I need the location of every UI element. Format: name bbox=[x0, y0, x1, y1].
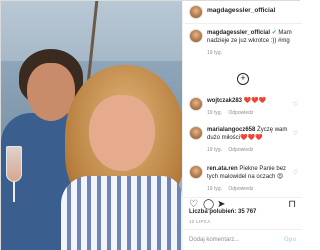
post-date[interactable]: 12 LIPCA bbox=[189, 219, 211, 224]
comment-username[interactable]: ren.ata.ren bbox=[207, 166, 238, 172]
comment-username[interactable]: marialangocz658 bbox=[207, 127, 255, 133]
post-side-panel: magdagessler_official magdagessler_offic… bbox=[182, 1, 302, 250]
avatar[interactable] bbox=[189, 5, 203, 19]
avatar[interactable] bbox=[189, 126, 203, 140]
photo-wine-glass bbox=[6, 146, 22, 182]
likes-number: 35 767 bbox=[238, 209, 257, 215]
photo-wine-glass-stem bbox=[13, 182, 15, 202]
comment-body: ren.ata.ren Piekne Panie bez tych malowi… bbox=[207, 165, 293, 193]
header-username[interactable]: magdagessler_official bbox=[207, 7, 275, 14]
comment-text: ❤️❤️❤️ bbox=[243, 98, 267, 104]
load-more-comments-button[interactable]: + bbox=[237, 73, 249, 85]
instagram-post: magdagessler_official magdagessler_offic… bbox=[0, 0, 302, 250]
comment-body: magdagessler_official ✔ Mam nadzieje ze … bbox=[207, 29, 293, 57]
comment-meta: 19 tyg. Odpowiedz bbox=[207, 146, 293, 154]
post-photo[interactable] bbox=[1, 1, 182, 250]
comment-input[interactable]: Dodaj komentarz... bbox=[189, 237, 239, 243]
comment-meta: 19 tyg. bbox=[207, 49, 293, 57]
comment-time[interactable]: 19 tyg. bbox=[207, 50, 222, 56]
comment-time[interactable]: 19 tyg. bbox=[207, 110, 222, 116]
reply-link[interactable]: Odpowiedz bbox=[228, 110, 253, 116]
avatar[interactable] bbox=[189, 29, 203, 43]
avatar[interactable] bbox=[189, 165, 203, 179]
likes-count[interactable]: Liczba polubień: 35 767 bbox=[189, 209, 256, 215]
comment-like-heart-icon[interactable]: ♡ bbox=[293, 169, 298, 176]
reply-link[interactable]: Odpowiedz bbox=[228, 186, 253, 192]
plus-circle-icon: + bbox=[240, 73, 246, 83]
comment-username[interactable]: magdagessler_official bbox=[207, 30, 270, 36]
photo-woman-top bbox=[61, 176, 182, 250]
post-comment-button[interactable]: Opu bbox=[284, 237, 296, 243]
add-comment-bar: Dodaj komentarz... Opu bbox=[183, 229, 302, 250]
comment-body: wojtczak283 ❤️❤️❤️ 19 tyg. Odpowiedz bbox=[207, 97, 293, 117]
comment-time[interactable]: 19 tyg. bbox=[207, 147, 222, 153]
comment-time[interactable]: 19 tyg. bbox=[207, 186, 222, 192]
likes-label: Liczba polubień: bbox=[189, 209, 237, 215]
comment-meta: 19 tyg. Odpowiedz bbox=[207, 109, 293, 117]
reply-link[interactable]: Odpowiedz bbox=[228, 147, 253, 153]
verified-badge-icon: ✔ bbox=[271, 30, 277, 36]
post-header: magdagessler_official bbox=[183, 1, 302, 24]
comment-like-heart-icon[interactable]: ♡ bbox=[293, 130, 298, 137]
comment-username[interactable]: wojtczak283 bbox=[207, 98, 242, 104]
photo-woman-face bbox=[89, 95, 155, 171]
comment-body: marialangocz658 Życzę wam dużo miłości❤️… bbox=[207, 126, 293, 154]
comments-list: magdagessler_official ✔ Mam nadzieje ze … bbox=[183, 29, 302, 197]
comment-meta: 19 tyg. Odpowiedz bbox=[207, 185, 293, 193]
bookmark-icon[interactable]: ⊓ bbox=[288, 200, 296, 210]
avatar[interactable] bbox=[189, 97, 203, 111]
comment-like-heart-icon[interactable]: ♡ bbox=[293, 101, 298, 108]
